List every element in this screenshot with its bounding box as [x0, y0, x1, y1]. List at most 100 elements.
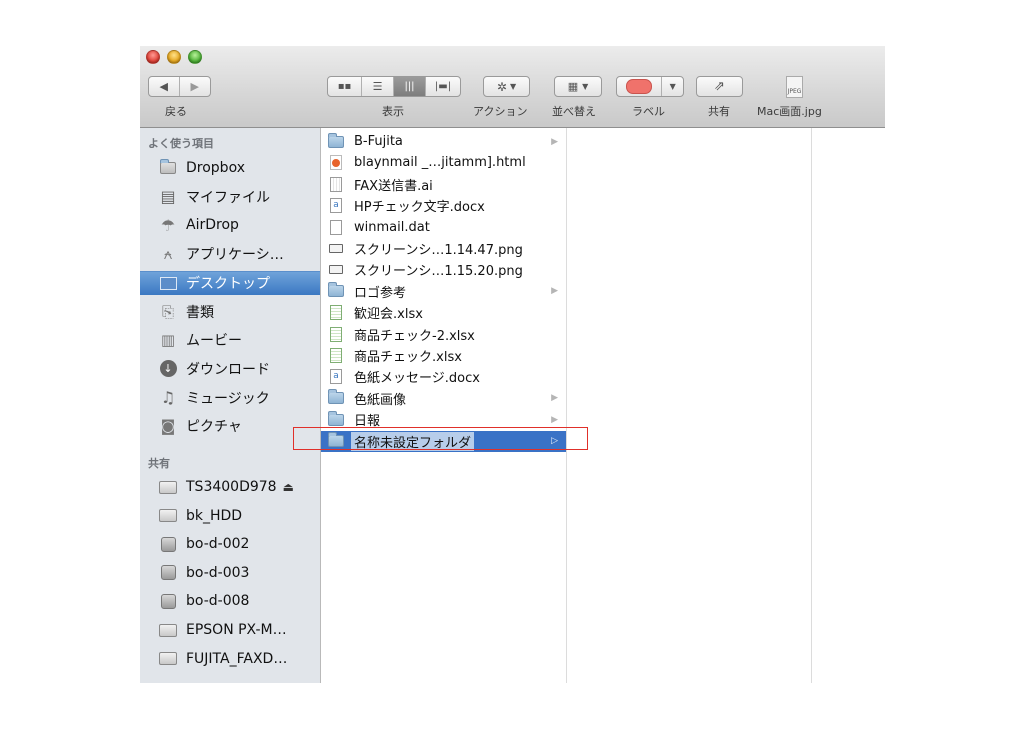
- disclosure-arrow-icon: ▶: [551, 414, 558, 425]
- documents-icon: ⎘: [161, 302, 174, 321]
- folder-icon: [158, 159, 178, 177]
- file-name: winmail.dat: [354, 219, 430, 235]
- file-row[interactable]: スクリーンシ…1.14.47.png: [321, 238, 566, 259]
- applications-icon: ⍲: [163, 245, 173, 264]
- sidebar-item-label: デスクトップ: [186, 276, 270, 293]
- sidebar-item[interactable]: ⎘ 書類: [140, 300, 320, 324]
- share-button[interactable]: ⇗: [696, 76, 743, 97]
- sidebar: よく使う項目 共有 Dropbox ▤ マイファイル ☂ AirDrop ⍲ アプリケーシ……: [140, 128, 321, 683]
- view-group: ▪▪ ☰ ||| |▬|: [327, 76, 461, 97]
- png-icon: [328, 262, 344, 278]
- file-row[interactable]: FAX送信書.ai: [321, 174, 566, 195]
- sidebar-item[interactable]: デスクトップ: [140, 270, 320, 295]
- column-view-button[interactable]: |||: [394, 77, 426, 96]
- sidebar-item-label: bo-d-003: [186, 564, 250, 581]
- music-icon: ♫: [160, 388, 176, 408]
- desktop-icon: [158, 274, 178, 292]
- back-button[interactable]: ◀: [149, 77, 180, 96]
- minimize-button[interactable]: [167, 50, 181, 64]
- sidebar-item[interactable]: ⍲ アプリケーシ…: [140, 242, 320, 266]
- file-row[interactable]: 歓迎会.xlsx: [321, 302, 566, 323]
- airdrop-icon: ☂: [160, 215, 176, 235]
- file-row[interactable]: blaynmail _…jitamm].html: [321, 152, 566, 173]
- jpeg-file-icon[interactable]: JPEG: [786, 76, 803, 98]
- sidebar-item[interactable]: bo-d-003: [140, 561, 320, 585]
- gear-icon: ✲: [496, 79, 507, 94]
- folder-row[interactable]: 日報 ▶: [321, 409, 566, 430]
- xlsx-icon: [328, 326, 344, 342]
- folder-row[interactable]: 色紙画像 ▶: [321, 388, 566, 409]
- list-view-button[interactable]: ☰: [362, 77, 394, 96]
- sidebar-item[interactable]: bo-d-008: [140, 589, 320, 613]
- disclosure-arrow-icon: ▷: [551, 436, 558, 447]
- sidebar-item[interactable]: bk_HDD: [140, 504, 320, 528]
- file-row[interactable]: a 色紙メッセージ.docx: [321, 366, 566, 387]
- shared-heading: 共有: [148, 457, 170, 470]
- folder-row[interactable]: B-Fujita ▶: [321, 131, 566, 152]
- share-group: ⇗: [696, 76, 743, 97]
- network-drive-icon: [158, 650, 178, 668]
- disclosure-arrow-icon: ▶: [551, 393, 558, 404]
- list-view-icon: ☰: [372, 80, 383, 93]
- file-label[interactable]: Mac画面.jpg: [757, 103, 822, 119]
- sidebar-item[interactable]: Dropbox: [140, 156, 320, 180]
- pictures-icon: ◙: [160, 417, 176, 436]
- sidebar-item[interactable]: TS3400D978 ⏏: [140, 475, 320, 499]
- folder-icon: [328, 282, 344, 299]
- icon-view-icon: ▪▪: [337, 81, 352, 92]
- network-drive-icon: [158, 478, 178, 496]
- empty-column-3: [812, 128, 885, 683]
- all-my-files-icon: ▤: [160, 187, 176, 207]
- share-label: 共有: [708, 105, 730, 118]
- file-row[interactable]: winmail.dat: [321, 217, 566, 238]
- folder-row[interactable]: 名称未設定フォルダ ▷: [321, 430, 566, 452]
- zoom-button[interactable]: [188, 50, 202, 64]
- sidebar-item[interactable]: EPSON PX-M…: [140, 618, 320, 642]
- arrange-group: ▦ ▼: [554, 76, 602, 97]
- chevron-down-icon: ▼: [582, 82, 589, 91]
- action-button[interactable]: ✲ ▼: [483, 76, 530, 97]
- forward-button[interactable]: ▶: [180, 77, 210, 96]
- action-label: アクション: [473, 105, 528, 118]
- action-group: ✲ ▼: [483, 76, 530, 97]
- sidebar-item-label: Dropbox: [186, 160, 245, 176]
- file-name: HPチェック文字.docx: [354, 200, 485, 216]
- sidebar-item[interactable]: bo-d-002: [140, 532, 320, 556]
- sidebar-item[interactable]: ↓ ダウンロード: [140, 357, 320, 381]
- file-row[interactable]: スクリーンシ…1.15.20.png: [321, 259, 566, 280]
- sidebar-item[interactable]: ▤ マイファイル: [140, 185, 320, 209]
- arrange-button[interactable]: ▦ ▼: [554, 76, 602, 97]
- chevron-down-icon: ▼: [509, 82, 517, 91]
- folder-row[interactable]: ロゴ参考 ▶: [321, 281, 566, 302]
- label-menu-button[interactable]: ▼: [662, 77, 683, 96]
- xlsx-icon: [328, 305, 344, 321]
- chevron-left-icon: ◀: [159, 80, 168, 93]
- sidebar-item[interactable]: ☂ AirDrop: [140, 213, 320, 237]
- sidebar-item[interactable]: ♫ ミュージック: [140, 386, 320, 410]
- sidebar-item[interactable]: ▥ ムービー: [140, 328, 320, 352]
- coverflow-view-button[interactable]: |▬|: [426, 77, 460, 96]
- file-row[interactable]: 商品チェック-2.xlsx: [321, 324, 566, 345]
- column-view-icon: |||: [404, 81, 415, 92]
- file-row[interactable]: a HPチェック文字.docx: [321, 195, 566, 216]
- sidebar-item-label: ピクチャ: [186, 419, 242, 436]
- rename-field[interactable]: 名称未設定フォルダ: [351, 431, 475, 451]
- file-name: 色紙画像: [354, 392, 407, 408]
- folder-icon: [328, 432, 344, 449]
- icon-view-button[interactable]: ▪▪: [328, 77, 362, 96]
- label-color-button[interactable]: [617, 77, 663, 96]
- file-row[interactable]: 商品チェック.xlsx: [321, 345, 566, 366]
- sidebar-item[interactable]: ◙ ピクチャ: [140, 414, 320, 438]
- empty-column: [567, 128, 812, 683]
- sidebar-item[interactable]: FUJITA_FAXD…: [140, 647, 320, 671]
- eject-icon[interactable]: ⏏: [283, 480, 294, 494]
- file-name: 歓迎会.xlsx: [354, 307, 423, 323]
- folder-alias-icon: [328, 132, 344, 150]
- file-name: 日報: [354, 414, 381, 430]
- file-name: スクリーンシ…1.15.20.png: [354, 264, 523, 280]
- close-button[interactable]: [146, 50, 160, 64]
- sidebar-item-label: bk_HDD: [186, 507, 243, 524]
- pc-icon: [158, 535, 178, 553]
- folder-icon: [328, 410, 344, 428]
- arrange-icon: ▦: [567, 80, 579, 93]
